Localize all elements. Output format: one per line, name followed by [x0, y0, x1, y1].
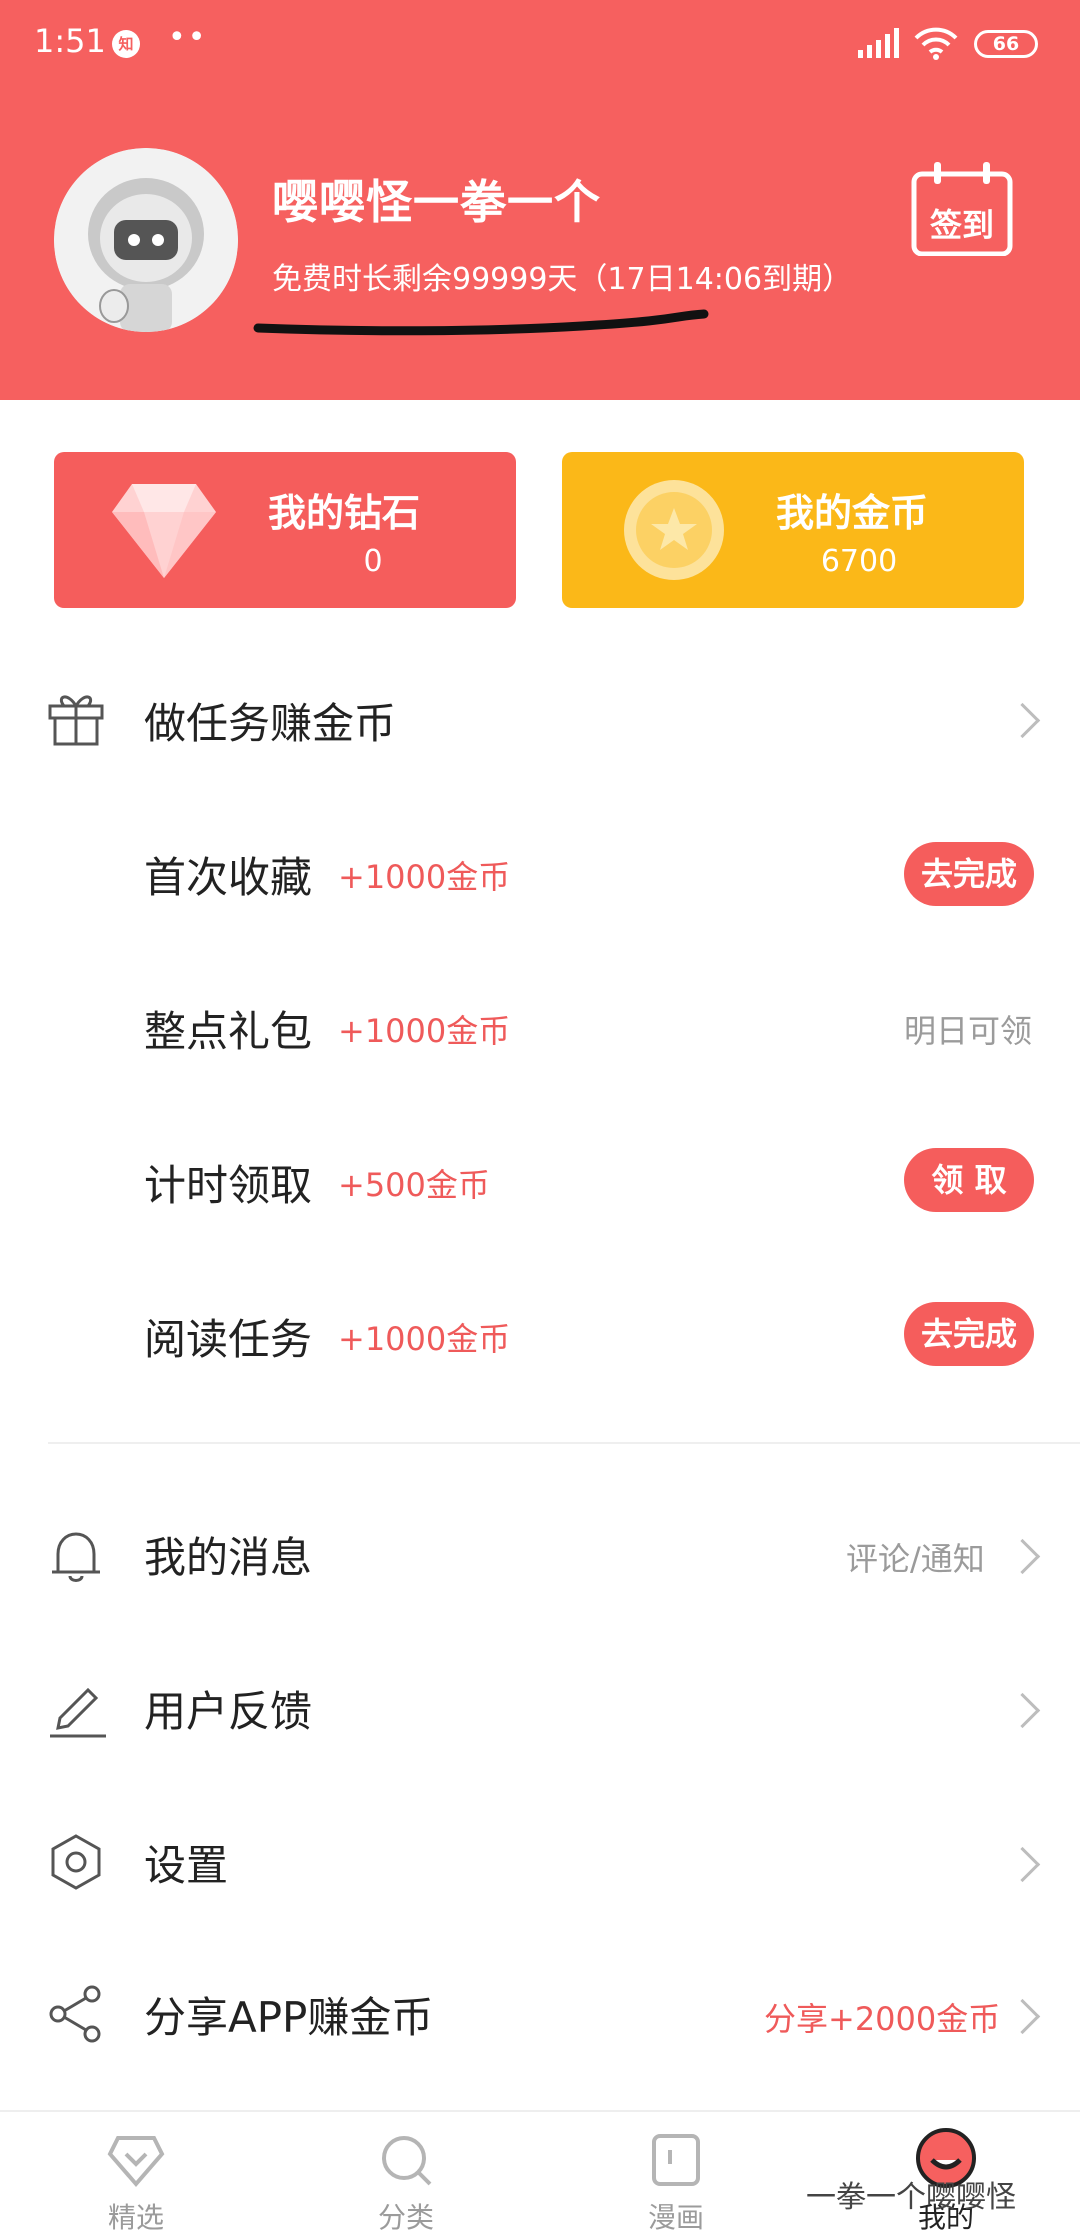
robot-avatar-icon	[54, 148, 238, 332]
nav-comics-label: 漫画	[647, 2201, 704, 2234]
search-icon	[382, 2136, 432, 2186]
wifi-icon	[914, 27, 958, 60]
task-reward: +1000金币	[338, 858, 511, 896]
diamond-icon	[112, 484, 216, 578]
chevron-right-icon	[1004, 1998, 1041, 2035]
avatar[interactable]	[54, 148, 238, 332]
status-dots: ••	[168, 20, 208, 55]
gift-icon	[48, 695, 104, 746]
coins-title: 我的金币	[776, 491, 929, 535]
chevron-right-icon	[1004, 1692, 1041, 1729]
diamonds-title: 我的钻石	[268, 491, 421, 535]
profile-header: 1:51 知 •• 66 嘤嘤怪一拳一个 免费时长剩余99999天（17日14:…	[0, 0, 1080, 400]
settings-label: 设置	[144, 1841, 229, 1890]
featured-icon	[107, 2136, 165, 2188]
task-reward: +500金币	[338, 1166, 490, 1204]
settings-icon	[51, 1834, 101, 1890]
task-reward: +1000金币	[338, 1012, 511, 1050]
coins-value: 6700	[820, 544, 898, 579]
my-coins-card[interactable]: 我的金币 6700	[562, 452, 1024, 608]
nav-featured[interactable]: 精选	[66, 2112, 206, 2234]
watermark: 一拳一个嘤嘤怪	[806, 2180, 1016, 2215]
chevron-right-icon	[1004, 1538, 1041, 1575]
redaction-scribble	[253, 309, 709, 336]
messages-label: 我的消息	[144, 1533, 313, 1582]
share-icon	[49, 1985, 101, 2043]
share-label: 分享APP赚金币	[144, 1993, 434, 2042]
diamonds-value: 0	[363, 544, 383, 579]
battery-icon: 66	[974, 30, 1038, 58]
messages-hint: 评论/通知	[846, 1540, 985, 1578]
sign-in-button[interactable]: 签到	[910, 160, 1014, 256]
status-time: 1:51	[34, 22, 106, 60]
nav-category[interactable]: 分类	[336, 2112, 476, 2234]
task-name: 整点礼包	[144, 1007, 313, 1056]
comics-icon	[652, 2134, 700, 2186]
task-complete-button[interactable]: 去完成	[904, 1302, 1034, 1366]
bell-icon	[52, 1532, 100, 1582]
expiry-text: 免费时长剩余99999天（17日14:06到期）	[272, 262, 853, 297]
task-reward: +1000金币	[338, 1320, 511, 1358]
task-claim-button[interactable]: 领 取	[904, 1148, 1034, 1212]
task-status: 明日可领	[904, 1012, 1033, 1050]
task-complete-button[interactable]: 去完成	[904, 842, 1034, 906]
task-name: 计时领取	[144, 1161, 313, 1210]
username: 嘤嘤怪一拳一个	[272, 175, 601, 229]
task-name: 阅读任务	[144, 1315, 313, 1364]
task-name: 首次收藏	[144, 853, 313, 902]
chevron-right-icon	[1004, 1846, 1041, 1883]
nav-comics[interactable]: 漫画	[606, 2112, 746, 2234]
feedback-label: 用户反馈	[144, 1687, 313, 1736]
edit-icon	[50, 1687, 106, 1738]
my-diamonds-card[interactable]: 我的钻石 0	[54, 452, 516, 608]
share-reward-hint: 分享+2000金币	[764, 2000, 1001, 2038]
section-divider	[48, 1442, 1080, 1444]
notification-badge-icon: 知	[112, 30, 140, 58]
coin-icon	[624, 480, 724, 580]
nav-category-label: 分类	[377, 2201, 434, 2234]
tasks-header-label: 做任务赚金币	[144, 699, 397, 748]
signal-icon	[858, 28, 899, 58]
sign-in-label: 签到	[929, 206, 994, 244]
nav-featured-label: 精选	[107, 2201, 164, 2234]
chevron-right-icon	[1004, 702, 1041, 739]
